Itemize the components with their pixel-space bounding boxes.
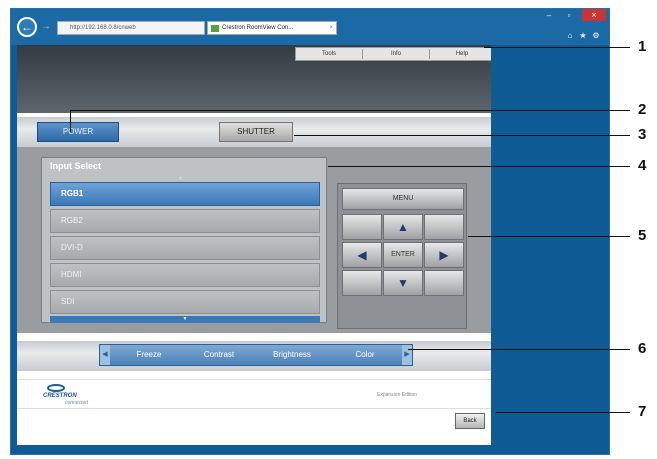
callout-number: 7 — [638, 403, 647, 420]
adjust-left-arrow-icon[interactable]: ◀ — [100, 345, 110, 365]
input-item-rgb2[interactable]: RGB2 — [50, 209, 320, 233]
window-close-icon[interactable]: × — [582, 9, 606, 21]
input-item-rgb1[interactable]: RGB1 — [50, 182, 320, 206]
callout-line — [70, 110, 71, 132]
menu-info[interactable]: Info — [363, 48, 429, 60]
left-arrow-button[interactable]: ◀ — [342, 242, 382, 268]
callout-number: 5 — [638, 227, 647, 244]
color-button[interactable]: Color — [330, 345, 400, 365]
pad-blank — [342, 270, 382, 296]
maximize-icon[interactable]: ▫ — [561, 11, 577, 21]
browser-tab[interactable]: Crestron RoomView Con... × — [207, 21, 337, 35]
back-nav-icon[interactable]: ← — [17, 17, 37, 37]
callout-line — [70, 110, 630, 111]
page-content: Tools Info Help POWER SHUTTER Interface … — [17, 45, 491, 445]
callout-number: 2 — [638, 101, 647, 118]
control-pad: MENU ▲ ◀ ENTER ▶ ▼ — [337, 183, 467, 329]
pad-blank — [342, 214, 382, 240]
input-select-panel: Input Select ▲ RGB1 RGB2 DVI-D HDMI SDI … — [41, 157, 327, 323]
callout-line — [468, 236, 630, 237]
menu-button[interactable]: MENU — [342, 188, 464, 210]
callout-line — [496, 412, 630, 413]
gear-icon[interactable]: ⚙ — [591, 31, 601, 41]
back-button[interactable]: Back — [455, 413, 485, 429]
enter-button[interactable]: ENTER — [383, 242, 423, 268]
address-bar[interactable]: http://192.168.0.8/cnweb — [57, 21, 205, 35]
callout-number: 3 — [638, 126, 647, 143]
input-item-dvid[interactable]: DVI-D — [50, 236, 320, 260]
star-icon[interactable]: ★ — [578, 31, 588, 41]
adjustment-bar: ◀ Freeze Contrast Brightness Color ▶ — [99, 344, 413, 366]
brightness-button[interactable]: Brightness — [254, 345, 330, 365]
tab-title: Crestron RoomView Con... — [222, 25, 294, 31]
callout-line — [484, 47, 630, 48]
pad-blank — [424, 214, 464, 240]
callout-line — [328, 166, 630, 167]
menu-tools[interactable]: Tools — [296, 48, 362, 60]
down-arrow-button[interactable]: ▼ — [383, 270, 423, 296]
input-item-hdmi[interactable]: HDMI — [50, 263, 320, 287]
shutter-button[interactable]: SHUTTER — [219, 122, 293, 142]
pad-blank — [424, 270, 464, 296]
menu-help[interactable]: Help — [430, 48, 491, 60]
favicon-icon — [211, 25, 219, 32]
contrast-button[interactable]: Contrast — [184, 345, 254, 365]
input-item-sdi[interactable]: SDI — [50, 290, 320, 314]
crestron-logo-icon — [47, 384, 65, 392]
callout-line — [408, 349, 630, 350]
right-arrow-button[interactable]: ▶ — [424, 242, 464, 268]
forward-nav-icon[interactable]: → — [41, 21, 51, 32]
menu-bar: Tools Info Help — [295, 47, 491, 61]
page-footer: CRESTRON connected Expansion Edition — [17, 379, 491, 409]
adjust-right-arrow-icon[interactable]: ▶ — [402, 345, 412, 365]
home-icon[interactable]: ⌂ — [565, 31, 575, 41]
edition-label: Expansion Edition — [377, 392, 418, 398]
minimize-icon[interactable]: – — [541, 11, 557, 21]
input-select-title: Input Select — [50, 161, 102, 171]
logo-subtext: connected — [65, 400, 89, 406]
power-button[interactable]: POWER — [37, 122, 119, 142]
callout-number: 4 — [638, 157, 647, 174]
list-scroll-down-icon[interactable]: ▼ — [50, 316, 320, 323]
tab-close-icon[interactable]: × — [329, 22, 333, 34]
callout-number: 6 — [638, 340, 647, 357]
callout-line — [294, 135, 630, 136]
browser-titlebar: ← → http://192.168.0.8/cnweb Crestron Ro… — [11, 9, 609, 45]
freeze-button[interactable]: Freeze — [114, 345, 184, 365]
browser-window: ← → http://192.168.0.8/cnweb Crestron Ro… — [10, 8, 610, 455]
up-arrow-button[interactable]: ▲ — [383, 214, 423, 240]
list-scroll-up-icon[interactable]: ▲ — [178, 175, 183, 181]
logo-text: CRESTRON — [43, 393, 77, 399]
input-list: RGB1 RGB2 DVI-D HDMI SDI — [50, 182, 320, 316]
callout-number: 1 — [638, 38, 647, 55]
